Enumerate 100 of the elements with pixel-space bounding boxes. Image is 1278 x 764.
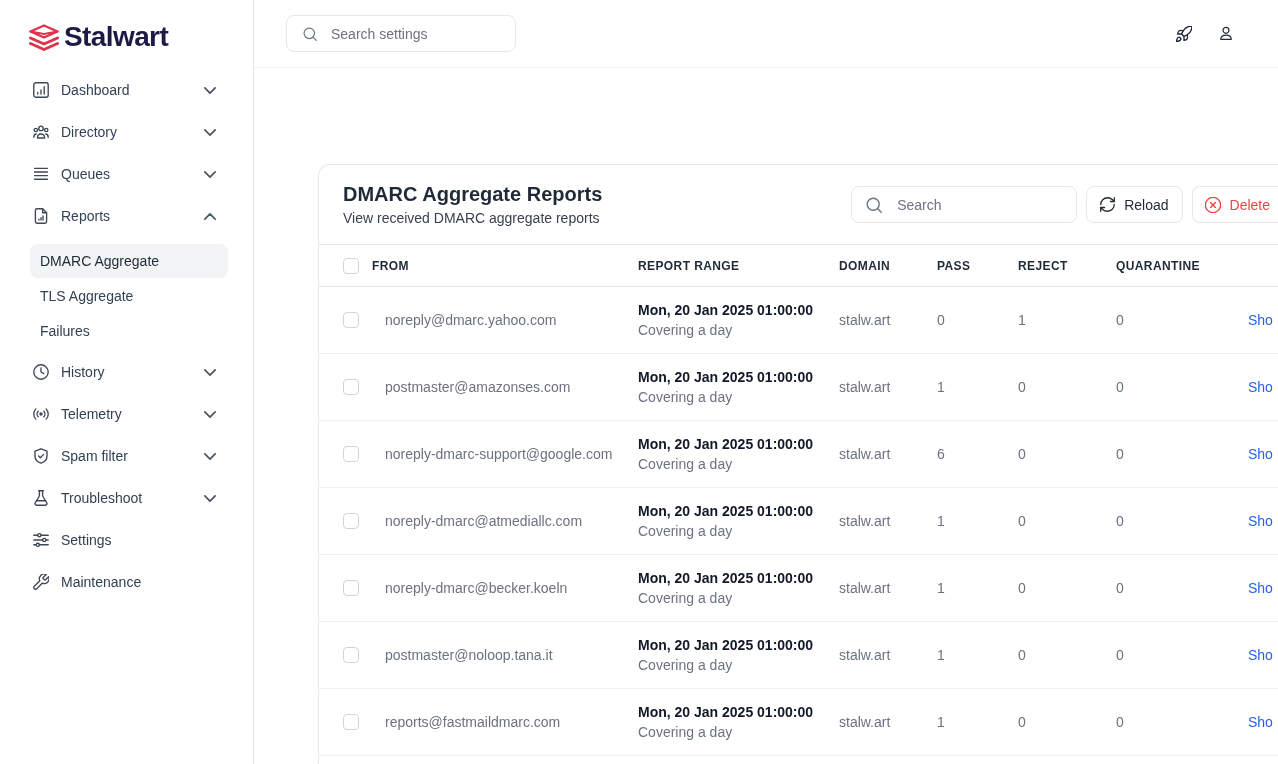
- logo-icon: [29, 23, 59, 51]
- column-header: QUARANTINE: [1116, 258, 1200, 273]
- pass-count: 0: [937, 312, 945, 328]
- column-header: REPORT RANGE: [638, 258, 740, 273]
- card-subtitle: View received DMARC aggregate reports: [343, 209, 601, 228]
- nav-item[interactable]: Telemetry: [20, 393, 228, 435]
- nav-item[interactable]: Dashboard: [20, 69, 228, 111]
- sender-cell: noreply-dmarc-support@google.com: [385, 446, 613, 462]
- nav-item[interactable]: Settings: [20, 519, 228, 561]
- brand-name: Stalwart: [64, 23, 169, 51]
- search-field[interactable]: Search: [851, 186, 1078, 223]
- nav-item[interactable]: Queues: [20, 153, 228, 195]
- show-link[interactable]: Sho: [1248, 513, 1273, 529]
- reject-count: 0: [1018, 714, 1026, 730]
- search-icon: [866, 196, 883, 213]
- reject-count: 0: [1018, 513, 1026, 529]
- show-link[interactable]: Sho: [1248, 379, 1273, 395]
- quarantine-count: 0: [1116, 580, 1124, 596]
- nav-subitem[interactable]: Failures: [30, 314, 228, 348]
- report-date: Mon, 20 Jan 2025 01:00:00: [638, 502, 814, 521]
- quarantine-count: 0: [1116, 714, 1124, 730]
- bar-chart-icon: [33, 82, 49, 98]
- sender-cell: reports@fastmaildmarc.com: [385, 714, 561, 730]
- row-checkbox[interactable]: [343, 580, 359, 596]
- delete-button[interactable]: Delete: [1191, 186, 1278, 223]
- quarantine-count: 0: [1116, 513, 1124, 529]
- refresh-icon: [1100, 197, 1116, 212]
- reload-button[interactable]: Reload: [1086, 186, 1183, 223]
- report-duration: Covering a day: [638, 455, 733, 474]
- nav-subitem[interactable]: DMARC Aggregate: [30, 244, 228, 278]
- column-header: DOMAIN: [839, 258, 891, 273]
- reject-count: 0: [1018, 647, 1026, 663]
- nav-item[interactable]: Directory: [20, 111, 228, 153]
- pass-count: 1: [937, 580, 945, 596]
- domain-cell: stalw.art: [839, 379, 891, 395]
- report-duration: Covering a day: [638, 522, 733, 541]
- report-date: Mon, 20 Jan 2025 01:00:00: [638, 435, 814, 454]
- broadcast-icon: [33, 406, 49, 422]
- user-icon[interactable]: [1219, 26, 1233, 41]
- nav-subitem[interactable]: TLS Aggregate: [30, 279, 228, 313]
- shield-check-icon: [33, 448, 49, 464]
- row-checkbox[interactable]: [343, 379, 359, 395]
- sender-cell: noreply-dmarc@atmediallc.com: [385, 513, 583, 529]
- quarantine-count: 0: [1116, 647, 1124, 663]
- report-date: Mon, 20 Jan 2025 01:00:00: [638, 636, 814, 655]
- report-date: Mon, 20 Jan 2025 01:00:00: [638, 703, 814, 722]
- show-link[interactable]: Sho: [1248, 580, 1273, 596]
- row-checkbox[interactable]: [343, 714, 359, 730]
- domain-cell: stalw.art: [839, 580, 891, 596]
- pass-count: 1: [937, 379, 945, 395]
- reject-count: 0: [1018, 379, 1026, 395]
- select-all-checkbox[interactable]: [343, 257, 359, 274]
- column-header: FROM: [372, 258, 409, 273]
- domain-cell: stalw.art: [839, 312, 891, 328]
- users-icon: [33, 124, 49, 140]
- sender-cell: noreply@dmarc.yahoo.com: [385, 312, 557, 328]
- column-header: REJECT: [1018, 258, 1068, 273]
- row-checkbox[interactable]: [343, 446, 359, 462]
- show-link[interactable]: Sho: [1248, 647, 1273, 663]
- domain-cell: stalw.art: [839, 446, 891, 462]
- nav-item[interactable]: Spam filter: [20, 435, 228, 477]
- nav-item[interactable]: Reports: [20, 195, 228, 237]
- pass-count: 1: [937, 513, 945, 529]
- card-title: DMARC Aggregate Reports: [343, 182, 604, 207]
- row-checkbox[interactable]: [343, 312, 359, 328]
- pass-count: 6: [937, 446, 945, 462]
- quarantine-count: 0: [1116, 312, 1124, 328]
- report-duration: Covering a day: [638, 321, 733, 340]
- domain-cell: stalw.art: [839, 513, 891, 529]
- search-field[interactable]: Search settings: [286, 15, 516, 52]
- sender-cell: postmaster@noloop.tana.it: [385, 647, 553, 663]
- show-link[interactable]: Sho: [1248, 446, 1273, 462]
- nav-item[interactable]: History: [20, 351, 228, 393]
- document-chart-icon: [33, 208, 49, 224]
- row-checkbox[interactable]: [343, 647, 359, 663]
- wrench-icon: [33, 574, 49, 590]
- report-duration: Covering a day: [638, 723, 733, 742]
- quarantine-count: 0: [1116, 379, 1124, 395]
- report-duration: Covering a day: [638, 656, 733, 675]
- stack-icon: [33, 166, 49, 182]
- show-link[interactable]: Sho: [1248, 312, 1273, 328]
- reject-count: 1: [1018, 312, 1026, 328]
- report-date: Mon, 20 Jan 2025 01:00:00: [638, 569, 814, 588]
- report-date: Mon, 20 Jan 2025 01:00:00: [638, 368, 814, 387]
- sender-cell: postmaster@amazonses.com: [385, 379, 571, 395]
- quarantine-count: 0: [1116, 446, 1124, 462]
- report-duration: Covering a day: [638, 388, 733, 407]
- reject-count: 0: [1018, 446, 1026, 462]
- clock-icon: [33, 364, 49, 380]
- reject-count: 0: [1018, 580, 1026, 596]
- search-icon: [303, 26, 317, 41]
- domain-cell: stalw.art: [839, 714, 891, 730]
- nav-item[interactable]: Troubleshoot: [20, 477, 228, 519]
- rocket-icon[interactable]: [1176, 25, 1192, 42]
- flask-icon: [33, 490, 49, 506]
- row-checkbox[interactable]: [343, 513, 359, 529]
- report-duration: Covering a day: [638, 589, 733, 608]
- show-link[interactable]: Sho: [1248, 714, 1273, 730]
- nav-item[interactable]: Maintenance: [20, 561, 228, 603]
- sliders-icon: [33, 532, 49, 548]
